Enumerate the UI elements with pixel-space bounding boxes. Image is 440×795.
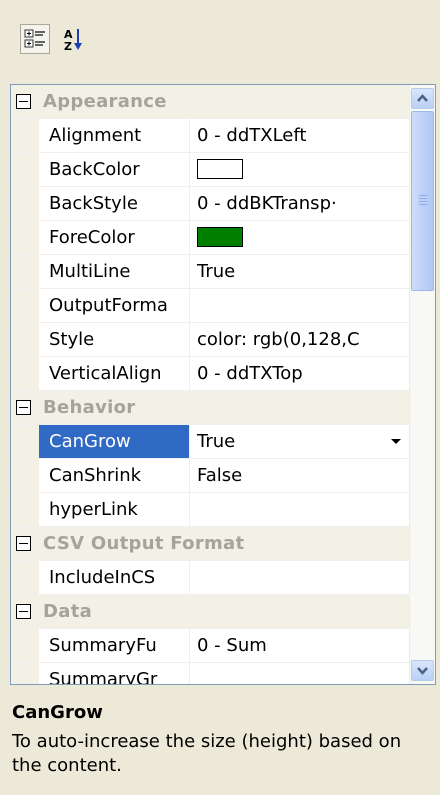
property-row[interactable]: CanGrow True [11,425,409,459]
category-label: Behavior [43,397,136,418]
row-margin [11,663,39,684]
property-name[interactable]: CanGrow [39,425,190,458]
color-swatch [197,226,243,247]
row-margin [11,425,39,458]
row-margin [11,493,39,526]
property-name[interactable]: OutputForma [39,289,190,322]
vertical-scrollbar[interactable] [409,85,435,684]
property-value[interactable]: True [191,425,409,458]
property-row[interactable]: CanShrink False [11,459,409,493]
scroll-down-button[interactable] [411,660,434,681]
property-name[interactable]: BackStyle [39,187,190,220]
property-grid: Appearance Alignment 0 - ddTXLeft BackColor… [10,84,436,685]
property-row[interactable]: hyperLink [11,493,409,527]
alphabetical-button[interactable]: A Z [60,24,90,54]
collapse-icon[interactable] [16,400,31,415]
thumb-grip [419,204,427,205]
chevron-up-icon [417,94,428,102]
toolbar: A Z [0,0,440,84]
property-value[interactable]: 0 - ddTXTop [191,357,409,390]
property-value[interactable]: 0 - ddBKTransp· [191,187,409,220]
property-value[interactable] [191,493,409,526]
property-name[interactable]: SummaryFu [39,629,190,662]
property-name[interactable]: Alignment [39,119,190,152]
collapse-icon[interactable] [16,536,31,551]
collapse-icon[interactable] [16,94,31,109]
property-name[interactable]: MultiLine [39,255,190,288]
chevron-down-icon [417,667,428,675]
category-label: Appearance [43,91,167,112]
thumb-grip [419,195,427,196]
property-value[interactable] [191,153,409,186]
property-value[interactable]: 0 - ddTXLeft [191,119,409,152]
category-row[interactable]: Behavior [11,391,409,425]
color-swatch [197,158,243,179]
property-value[interactable] [191,221,409,254]
collapse-icon[interactable] [16,604,31,619]
property-row[interactable]: ForeColor [11,221,409,255]
help-description: To auto-increase the size (height) based… [12,731,402,776]
categorized-button[interactable] [20,24,50,54]
property-value[interactable] [191,289,409,322]
category-label: Data [43,601,93,622]
property-name[interactable]: SummaryGr [39,663,190,684]
thumb-grip [419,198,427,199]
property-name[interactable]: hyperLink [39,493,190,526]
property-value[interactable]: color: rgb(0,128,C [191,323,409,356]
property-value[interactable]: 0 - Sum [191,629,409,662]
help-panel: CanGrow To auto-increase the size (heigh… [0,690,440,795]
category-label: CSV Output Format [43,533,245,554]
property-name[interactable]: CanShrink [39,459,190,492]
help-title: CanGrow [12,702,103,723]
property-name[interactable]: IncludeInCS [39,561,190,594]
property-value[interactable] [191,663,409,684]
dropdown-arrow-icon[interactable] [391,439,401,444]
scroll-thumb[interactable] [411,111,434,291]
property-value[interactable] [191,561,409,594]
row-margin [11,459,39,492]
property-row[interactable]: IncludeInCS [11,561,409,595]
row-margin [11,629,39,662]
property-row[interactable]: Alignment 0 - ddTXLeft [11,119,409,153]
property-name[interactable]: BackColor [39,153,190,186]
row-margin [11,153,39,186]
property-name[interactable]: VerticalAlign [39,357,190,390]
row-margin [11,289,39,322]
property-row[interactable]: SummaryGr [11,663,409,684]
row-margin [11,221,39,254]
property-row[interactable]: BackStyle 0 - ddBKTransp· [11,187,409,221]
property-row[interactable]: VerticalAlign 0 - ddTXTop [11,357,409,391]
property-row[interactable]: Style color: rgb(0,128,C [11,323,409,357]
property-value[interactable]: False [191,459,409,492]
property-row[interactable]: SummaryFu 0 - Sum [11,629,409,663]
category-row[interactable]: Appearance [11,85,409,119]
category-row[interactable]: CSV Output Format [11,527,409,561]
property-row[interactable]: BackColor [11,153,409,187]
row-margin [11,119,39,152]
property-value[interactable]: True [191,255,409,288]
svg-text:Z: Z [64,40,72,53]
row-margin [11,561,39,594]
property-name[interactable]: ForeColor [39,221,190,254]
row-margin [11,323,39,356]
property-rows: Appearance Alignment 0 - ddTXLeft BackColor… [11,85,409,684]
row-margin [11,187,39,220]
alphabetical-icon: A Z [64,28,82,53]
row-margin [11,255,39,288]
scroll-up-button[interactable] [411,88,434,109]
row-margin [11,357,39,390]
property-row[interactable]: MultiLine True [11,255,409,289]
thumb-grip [419,201,427,202]
category-row[interactable]: Data [11,595,409,629]
categorized-icon [24,29,45,48]
property-row[interactable]: OutputForma [11,289,409,323]
property-name[interactable]: Style [39,323,190,356]
